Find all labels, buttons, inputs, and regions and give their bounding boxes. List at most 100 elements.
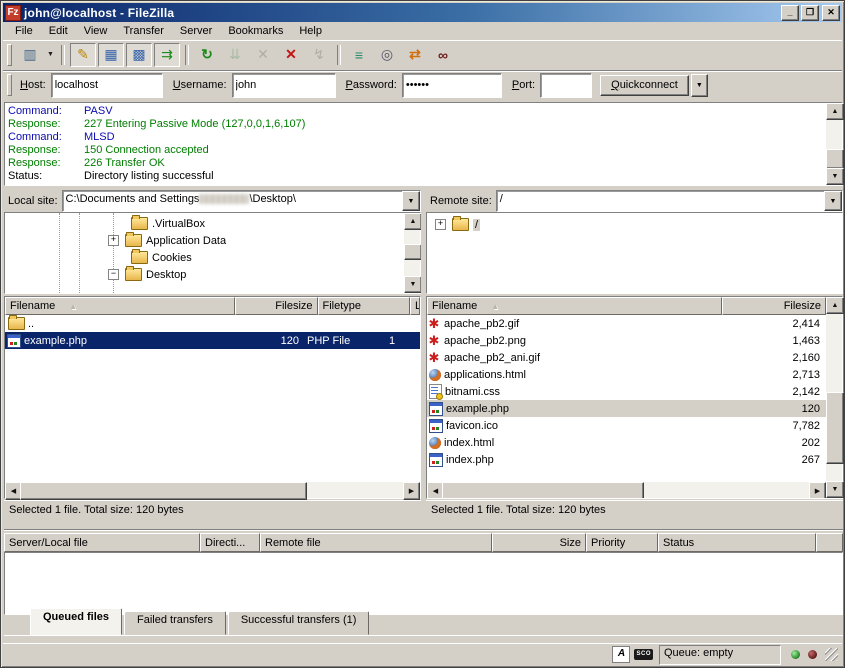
scroll-down-button[interactable]: ▼ [826,168,844,185]
disconnect-button[interactable]: ✕ [278,43,304,67]
column-header-filesize[interactable]: Filesize [722,297,826,315]
file-row[interactable]: index.html202 [427,434,826,451]
scroll-thumb[interactable] [826,392,844,464]
remote-list-scrollbar[interactable]: ▲ ▼ [826,297,842,498]
scroll-thumb[interactable] [20,482,307,500]
scroll-up-button[interactable]: ▲ [826,103,844,120]
username-input[interactable] [232,73,336,98]
scroll-thumb[interactable] [442,482,644,498]
tree-item-virtualbox[interactable]: .VirtualBox [125,215,205,232]
scroll-thumb[interactable] [826,149,844,169]
resize-grip[interactable] [825,648,838,661]
transfer-type-icon[interactable]: A [612,646,630,663]
local-tree-scrollbar[interactable]: ▲ ▼ [404,213,420,293]
column-header-server-local-file[interactable]: Server/Local file [4,533,200,552]
tab-failed-transfers[interactable]: Failed transfers [124,611,226,635]
remote-site-combobox[interactable]: / ▼ [496,190,843,212]
close-button[interactable]: ✕ [822,5,840,21]
filter-button[interactable]: ≡ [346,43,372,67]
find-files-button[interactable]: ∞ [430,43,456,67]
remote-file-list[interactable]: Filename▲ Filesize ✱apache_pb2.gif2,414 … [426,296,843,499]
scroll-down-button[interactable]: ▼ [826,481,844,498]
file-row[interactable]: ✱apache_pb2.gif2,414 [427,315,826,332]
toggle-queue-button[interactable]: ⇉ [154,43,180,67]
parent-directory-row[interactable]: .. [5,315,420,332]
column-header-priority[interactable]: Priority [586,533,658,552]
message-log[interactable]: Command:PASV Response:227 Entering Passi… [4,102,843,186]
menu-server[interactable]: Server [172,23,220,39]
menu-file[interactable]: File [7,23,41,39]
minimize-button[interactable]: _ [781,5,799,21]
refresh-button[interactable]: ↻ [194,43,220,67]
file-row[interactable]: applications.html2,713 [427,366,826,383]
tab-queued-files[interactable]: Queued files [30,608,122,635]
file-row[interactable]: ✱apache_pb2_ani.gif2,160 [427,349,826,366]
tree-item-root[interactable]: + / [435,216,480,233]
toggle-message-log-button[interactable]: ✎ [70,43,96,67]
menu-bookmarks[interactable]: Bookmarks [220,23,291,39]
expand-icon[interactable]: + [108,235,119,246]
password-input[interactable] [402,73,502,98]
maximize-button[interactable]: ❐ [801,5,819,21]
menu-edit[interactable]: Edit [41,23,76,39]
local-list-hscrollbar[interactable]: ◀ ▶ [5,482,420,498]
process-queue-button[interactable]: ⇊ [222,43,248,67]
remote-directory-tree[interactable]: + / [426,212,843,294]
site-manager-button[interactable]: ▥ [17,43,43,67]
scroll-thumb[interactable] [404,244,422,260]
toggle-local-tree-button[interactable]: ▦ [98,43,124,67]
quickconnect-grip[interactable] [7,74,12,96]
menu-transfer[interactable]: Transfer [115,23,172,39]
cancel-button[interactable]: ✕ [250,43,276,67]
file-row[interactable]: favicon.ico7,782 [427,417,826,434]
column-header-remote-file[interactable]: Remote file [260,533,492,552]
menu-help[interactable]: Help [291,23,330,39]
remote-list-hscrollbar[interactable]: ◀ ▶ [427,482,826,498]
file-row-selected[interactable]: example.php120 [427,400,826,417]
reconnect-button[interactable]: ↯ [306,43,332,67]
column-header-filesize[interactable]: Filesize [235,297,318,315]
quickconnect-button[interactable]: Quickconnect [600,75,689,96]
tree-item-application-data[interactable]: + Application Data [108,232,226,249]
column-header-filetype[interactable]: Filetype [318,297,410,315]
remote-site-dropdown[interactable]: ▼ [824,191,842,211]
file-row[interactable]: index.php267 [427,451,826,468]
queue-body[interactable] [4,552,843,615]
column-header-filename[interactable]: Filename▲ [427,297,722,315]
synchronized-browsing-button[interactable]: ⇄ [402,43,428,67]
scroll-right-button[interactable]: ▶ [809,482,826,498]
scroll-up-button[interactable]: ▲ [826,297,844,314]
scroll-up-button[interactable]: ▲ [404,213,422,230]
file-row-selected[interactable]: example.php 120 PHP File 1 [5,332,420,349]
quickconnect-dropdown[interactable]: ▼ [691,74,708,97]
scroll-right-button[interactable]: ▶ [403,482,420,500]
column-header-last-modified[interactable]: L [410,297,420,315]
expand-icon[interactable]: + [435,219,446,230]
local-site-dropdown[interactable]: ▼ [402,191,420,211]
column-header-direction[interactable]: Directi... [200,533,260,552]
log-label: Response: [8,118,84,131]
local-file-list[interactable]: Filename▲ Filesize Filetype L .. example… [4,296,421,499]
menu-view[interactable]: View [76,23,116,39]
local-site-combobox[interactable]: C:\Documents and Settings\Desktop\ ▼ [62,190,421,212]
scroll-down-button[interactable]: ▼ [404,276,422,293]
column-header-filename[interactable]: Filename▲ [5,297,235,315]
collapse-icon[interactable]: − [108,269,119,280]
port-input[interactable] [540,73,592,98]
column-header-size[interactable]: Size [492,533,586,552]
site-manager-dropdown[interactable]: ▼ [44,44,57,66]
local-directory-tree[interactable]: .VirtualBox + Application Data Cookies −… [4,212,421,294]
directory-comparison-button[interactable]: ◎ [374,43,400,67]
tree-item-cookies[interactable]: Cookies [125,249,192,266]
host-input[interactable] [51,73,163,98]
indicator-badge-icon[interactable]: SCO [634,649,653,660]
tab-successful-transfers[interactable]: Successful transfers (1) [228,611,370,635]
toggle-remote-tree-button[interactable]: ▩ [126,43,152,67]
title-bar[interactable]: Fz john@localhost - FileZilla _ ❐ ✕ [3,3,842,22]
file-row[interactable]: ✱apache_pb2.png1,463 [427,332,826,349]
column-header-status[interactable]: Status [658,533,816,552]
log-scrollbar[interactable]: ▲ ▼ [826,103,842,185]
toolbar-grip[interactable] [7,44,12,66]
tree-item-desktop[interactable]: − Desktop [108,266,186,283]
file-row[interactable]: bitnami.css2,142 [427,383,826,400]
